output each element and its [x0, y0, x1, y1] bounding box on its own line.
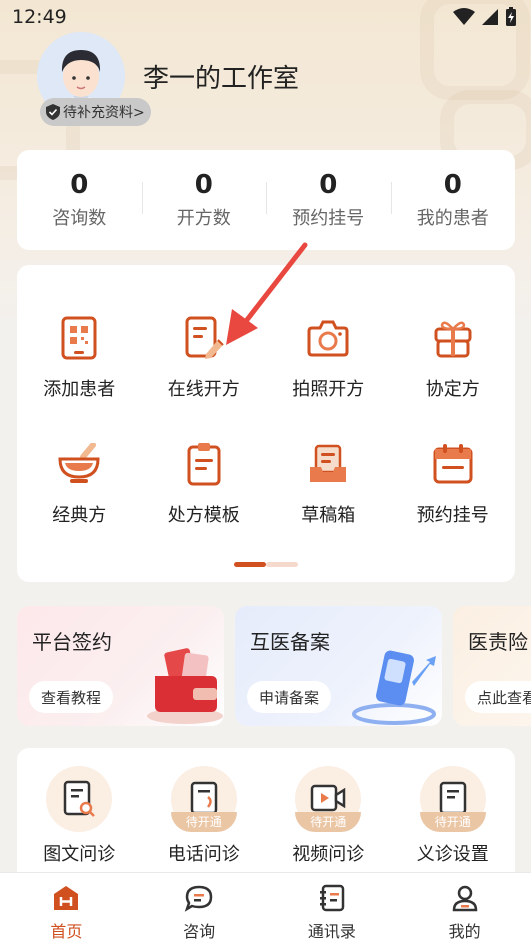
tool-photo-prescription[interactable]: 拍照开方	[266, 315, 391, 401]
tool-appointment-booking[interactable]: 预约挂号	[391, 441, 516, 527]
tools-card: 添加患者 在线开方 拍照开方 协定方 经典方 处方模板 草稿箱 预约挂号	[17, 265, 515, 582]
tool-classic-formula[interactable]: 经典方	[17, 441, 142, 527]
wifi-icon	[453, 8, 475, 25]
tool-drafts[interactable]: 草稿箱	[266, 441, 391, 527]
tool-label: 协定方	[425, 379, 480, 400]
address-book-icon	[319, 884, 345, 912]
stat-value: 0	[319, 170, 338, 200]
tool-label: 草稿箱	[301, 505, 356, 526]
document-search-icon	[64, 780, 96, 817]
video-camera-icon	[311, 784, 346, 812]
nav-label: 通讯录	[307, 922, 356, 941]
studio-name: 李一的工作室	[143, 64, 300, 94]
tool-agreed-formula[interactable]: 协定方	[391, 315, 516, 401]
consultation-card: 图文问诊 待开通 电话问诊 待开通 视频问诊 待开通 义诊设置	[17, 748, 515, 872]
home-icon	[54, 886, 79, 910]
tool-prescription-template[interactable]: 处方模板	[142, 441, 267, 527]
status-time: 12:49	[12, 6, 67, 28]
camera-icon	[307, 320, 349, 357]
tool-add-patient[interactable]: 添加患者	[17, 315, 142, 401]
stat-value: 0	[70, 170, 89, 200]
apply-filing-button[interactable]: 申请备案	[247, 681, 332, 713]
consult-label: 义诊设置	[416, 844, 489, 865]
wallet-illustration-icon	[147, 648, 223, 724]
tool-label: 添加患者	[43, 379, 116, 400]
tool-label: 经典方	[52, 505, 107, 526]
badge-label: 待补充资料>	[63, 105, 145, 121]
consult-image-text[interactable]: 图文问诊	[17, 766, 142, 866]
nav-contacts[interactable]: 通讯录	[266, 873, 399, 947]
promo-title: 医责险	[468, 630, 528, 654]
promo-medical-liability[interactable]: 医责险 点此查看	[453, 606, 531, 726]
pending-activation-tag: 待开通	[295, 812, 362, 832]
calendar-icon	[433, 444, 473, 484]
prescription-pen-icon	[185, 316, 224, 359]
stat-label: 我的患者	[416, 208, 489, 229]
user-icon	[452, 885, 477, 912]
nav-label: 首页	[50, 922, 83, 941]
promo-internet-hospital-filing[interactable]: 互医备案 申请备案	[235, 606, 442, 726]
consult-label: 电话问诊	[167, 844, 240, 865]
consult-label: 图文问诊	[43, 844, 116, 865]
bottom-navigation: 首页 咨询 通讯录 我的	[0, 872, 531, 947]
nav-label: 我的	[448, 922, 481, 941]
stat-consultations[interactable]: 0 咨询数	[17, 170, 142, 230]
pending-activation-tag: 待开通	[419, 812, 486, 832]
tool-label: 拍照开方	[292, 379, 365, 400]
consult-phone[interactable]: 待开通 电话问诊	[142, 766, 267, 866]
promo-platform-signing[interactable]: 平台签约 查看教程	[17, 606, 224, 726]
promo-title: 互医备案	[250, 630, 330, 654]
stat-appointments[interactable]: 0 预约挂号	[266, 170, 391, 230]
battery-icon	[506, 7, 516, 26]
tool-label: 处方模板	[167, 505, 240, 526]
view-tutorial-button[interactable]: 查看教程	[29, 681, 114, 713]
chat-bubble-icon	[184, 885, 213, 912]
page-dot	[266, 562, 298, 567]
clipboard-icon	[187, 443, 221, 486]
signal-icon	[482, 9, 498, 25]
shield-check-icon	[46, 104, 60, 120]
pending-activation-tag: 待开通	[170, 812, 237, 832]
consult-label: 视频问诊	[292, 844, 365, 865]
qr-tablet-icon	[61, 316, 97, 360]
tool-online-prescription[interactable]: 在线开方	[142, 315, 267, 401]
stat-label: 咨询数	[52, 208, 107, 229]
phone-illustration-icon	[352, 650, 436, 725]
stat-label: 开方数	[176, 208, 231, 229]
consult-free-clinic-settings[interactable]: 待开通 义诊设置	[391, 766, 516, 866]
gift-box-icon	[434, 321, 472, 358]
nav-me[interactable]: 我的	[398, 873, 531, 947]
stat-value: 0	[194, 170, 213, 200]
complete-profile-badge[interactable]: 待补充资料>	[40, 98, 151, 126]
status-bar: 12:49	[0, 0, 531, 36]
nav-consultation[interactable]: 咨询	[133, 873, 266, 947]
page-dot-active	[234, 562, 266, 567]
stat-my-patients[interactable]: 0 我的患者	[390, 170, 516, 230]
stats-card: 0 咨询数 0 开方数 0 预约挂号 0 我的患者	[17, 150, 515, 250]
page-indicator	[234, 562, 298, 567]
consult-video[interactable]: 待开通 视频问诊	[266, 766, 391, 866]
tool-label: 在线开方	[167, 379, 240, 400]
nav-home[interactable]: 首页	[0, 873, 133, 947]
stat-prescriptions[interactable]: 0 开方数	[141, 170, 267, 230]
promo-title: 平台签约	[32, 630, 112, 654]
view-details-button[interactable]: 点此查看	[465, 681, 531, 713]
stat-label: 预约挂号	[292, 208, 365, 229]
drafts-tray-icon	[310, 444, 347, 482]
tool-label: 预约挂号	[416, 505, 489, 526]
nav-label: 咨询	[183, 922, 216, 941]
mortar-bowl-icon	[58, 443, 100, 483]
stat-value: 0	[443, 170, 462, 200]
